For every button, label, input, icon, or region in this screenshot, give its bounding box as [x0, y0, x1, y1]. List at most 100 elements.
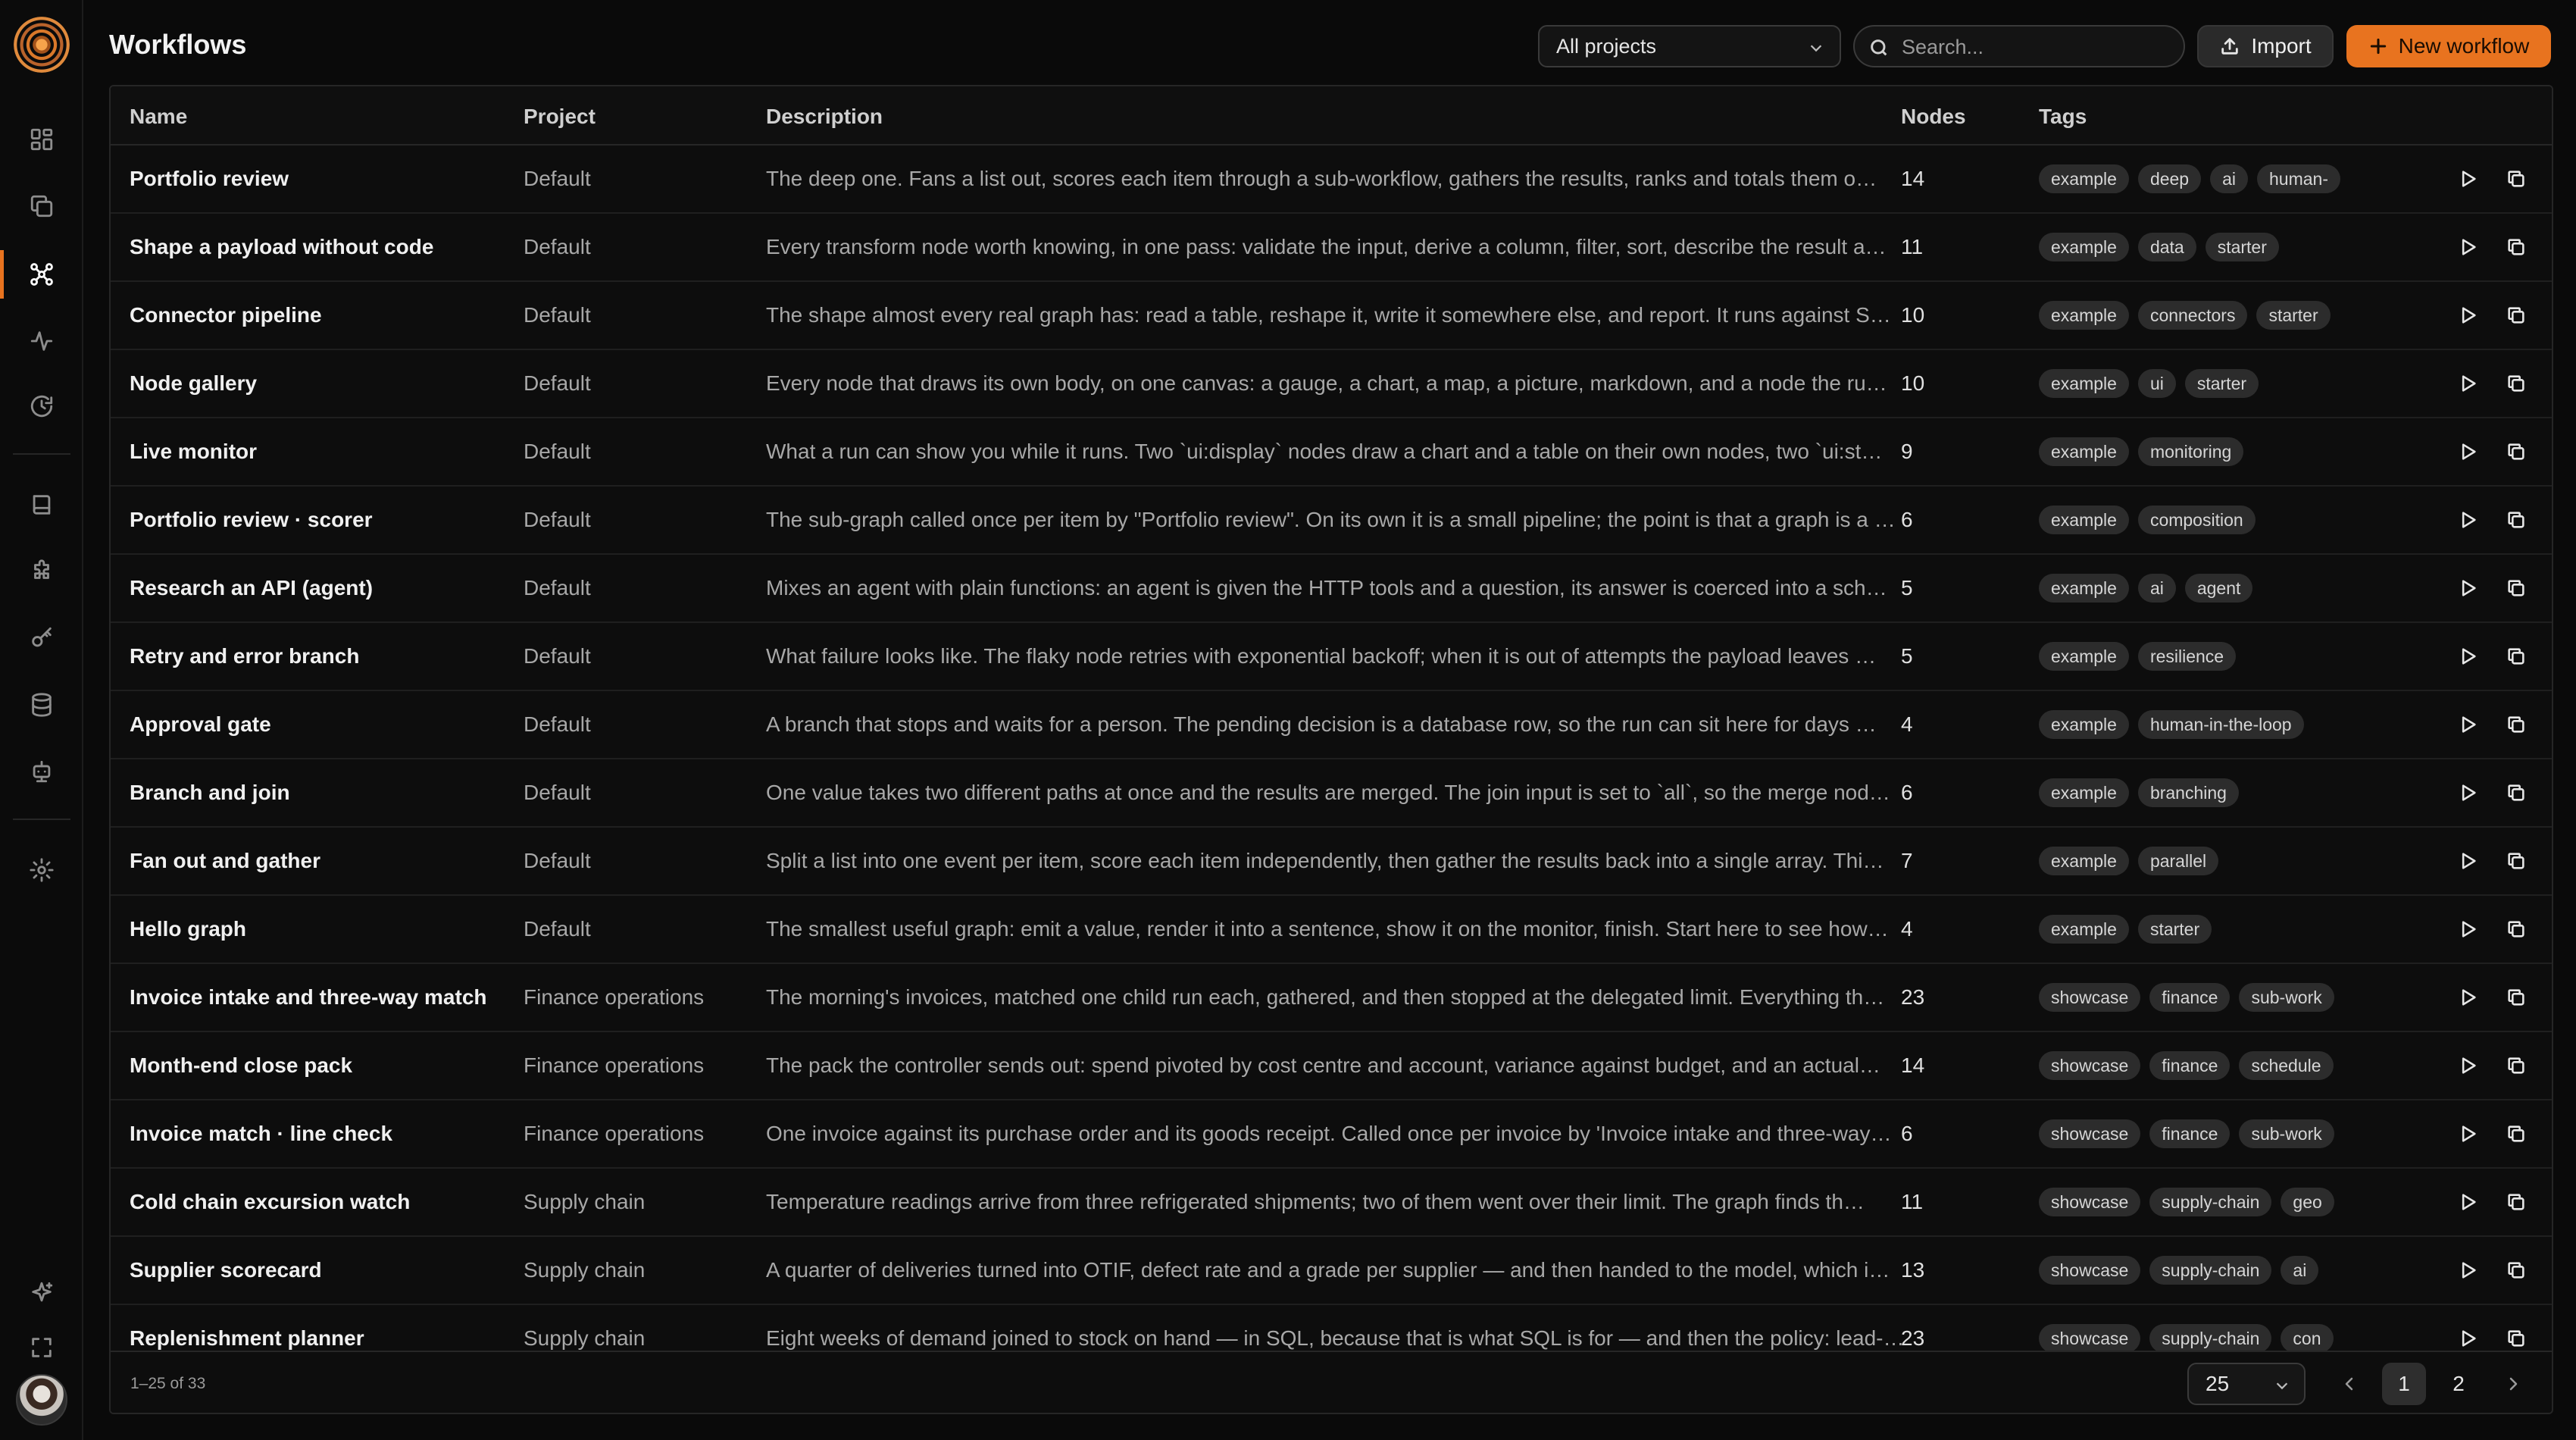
- table-row[interactable]: Connector pipeline Default The shape almos…: [111, 282, 2552, 350]
- run-button[interactable]: [2443, 905, 2492, 953]
- duplicate-button[interactable]: [2492, 564, 2540, 612]
- duplicate-button[interactable]: [2492, 155, 2540, 203]
- table-row[interactable]: Live monitor Default What a run can show y…: [111, 418, 2552, 487]
- export-button[interactable]: [2540, 359, 2549, 408]
- workflow-name[interactable]: Month-end close pack: [130, 1032, 508, 1099]
- run-button[interactable]: [2443, 155, 2492, 203]
- duplicate-button[interactable]: [2492, 1178, 2540, 1226]
- run-button[interactable]: [2443, 1110, 2492, 1158]
- column-header-name[interactable]: Name: [130, 105, 187, 129]
- table-row[interactable]: Replenishment planner Supply chain Eight w…: [111, 1305, 2552, 1351]
- export-button[interactable]: [2540, 769, 2549, 817]
- table-row[interactable]: Supplier scorecard Supply chain A quarter …: [111, 1237, 2552, 1305]
- run-button[interactable]: [2443, 769, 2492, 817]
- export-button[interactable]: [2540, 632, 2549, 681]
- export-button[interactable]: [2540, 700, 2549, 749]
- nav-plugins[interactable]: [0, 544, 83, 599]
- table-row[interactable]: Cold chain excursion watch Supply chain Te…: [111, 1169, 2552, 1237]
- table-row[interactable]: Shape a payload without code Default Every…: [111, 214, 2552, 282]
- table-row[interactable]: Node gallery Default Every node that draws…: [111, 350, 2552, 418]
- page-button-1[interactable]: 1: [2382, 1363, 2426, 1405]
- app-logo[interactable]: [14, 17, 70, 73]
- nav-dashboard[interactable]: [0, 112, 83, 167]
- column-header-nodes[interactable]: Nodes: [1901, 105, 1966, 129]
- run-button[interactable]: [2443, 973, 2492, 1022]
- column-header-description[interactable]: Description: [766, 105, 883, 129]
- run-button[interactable]: [2443, 1041, 2492, 1090]
- avatar[interactable]: [16, 1374, 67, 1426]
- prev-page-button[interactable]: [2327, 1363, 2371, 1405]
- nav-credentials[interactable]: [0, 611, 83, 665]
- table-row[interactable]: Fan out and gather Default Split a list in…: [111, 828, 2552, 896]
- nav-agents[interactable]: [0, 744, 83, 799]
- run-button[interactable]: [2443, 837, 2492, 885]
- nav-data[interactable]: [0, 678, 83, 732]
- duplicate-button[interactable]: [2492, 769, 2540, 817]
- run-button[interactable]: [2443, 223, 2492, 271]
- run-button[interactable]: [2443, 1246, 2492, 1294]
- export-button[interactable]: [2540, 837, 2549, 885]
- import-button[interactable]: Import: [2197, 25, 2334, 67]
- workflow-name[interactable]: Shape a payload without code: [130, 214, 508, 280]
- workflow-name[interactable]: Replenishment planner: [130, 1305, 508, 1351]
- export-button[interactable]: [2540, 427, 2549, 476]
- column-header-project[interactable]: Project: [524, 105, 596, 129]
- duplicate-button[interactable]: [2492, 223, 2540, 271]
- run-button[interactable]: [2443, 632, 2492, 681]
- export-button[interactable]: [2540, 223, 2549, 271]
- workflow-name[interactable]: Node gallery: [130, 350, 508, 417]
- duplicate-button[interactable]: [2492, 1314, 2540, 1351]
- duplicate-button[interactable]: [2492, 291, 2540, 340]
- project-filter-select[interactable]: All projects: [1538, 25, 1841, 67]
- duplicate-button[interactable]: [2492, 1041, 2540, 1090]
- workflow-name[interactable]: Hello graph: [130, 896, 508, 963]
- nav-settings[interactable]: [0, 843, 83, 897]
- export-button[interactable]: [2540, 155, 2549, 203]
- export-button[interactable]: [2540, 1041, 2549, 1090]
- table-row[interactable]: Research an API (agent) Default Mixes an a…: [111, 555, 2552, 623]
- workflow-name[interactable]: Retry and error branch: [130, 623, 508, 690]
- table-row[interactable]: Portfolio review · scorer Default The sub-…: [111, 487, 2552, 555]
- workflow-name[interactable]: Connector pipeline: [130, 282, 508, 349]
- workflow-name[interactable]: Live monitor: [130, 418, 508, 485]
- workflow-name[interactable]: Supplier scorecard: [130, 1237, 508, 1304]
- workflow-name[interactable]: Approval gate: [130, 691, 508, 758]
- page-size-select[interactable]: 25: [2187, 1363, 2306, 1405]
- nav-fullscreen[interactable]: [0, 1320, 83, 1375]
- workflow-name[interactable]: Fan out and gather: [130, 828, 508, 894]
- workflow-name[interactable]: Branch and join: [130, 759, 508, 826]
- column-header-tags[interactable]: Tags: [2039, 105, 2087, 129]
- export-button[interactable]: [2540, 496, 2549, 544]
- export-button[interactable]: [2540, 1178, 2549, 1226]
- nav-workflows[interactable]: [0, 247, 83, 302]
- table-row[interactable]: Invoice intake and three-way match Financ…: [111, 964, 2552, 1032]
- workflow-name[interactable]: Research an API (agent): [130, 555, 508, 621]
- export-button[interactable]: [2540, 1110, 2549, 1158]
- page-button-2[interactable]: 2: [2437, 1363, 2481, 1405]
- duplicate-button[interactable]: [2492, 837, 2540, 885]
- run-button[interactable]: [2443, 1314, 2492, 1351]
- next-page-button[interactable]: [2491, 1363, 2535, 1405]
- export-button[interactable]: [2540, 905, 2549, 953]
- workflow-name[interactable]: Portfolio review: [130, 146, 508, 212]
- run-button[interactable]: [2443, 496, 2492, 544]
- duplicate-button[interactable]: [2492, 905, 2540, 953]
- table-row[interactable]: Approval gate Default A branch that stops …: [111, 691, 2552, 759]
- table-row[interactable]: Invoice match · line check Finance operat…: [111, 1100, 2552, 1169]
- run-button[interactable]: [2443, 291, 2492, 340]
- duplicate-button[interactable]: [2492, 359, 2540, 408]
- search-box[interactable]: [1853, 25, 2185, 67]
- run-button[interactable]: [2443, 700, 2492, 749]
- nav-history[interactable]: [0, 379, 83, 434]
- nav-activity[interactable]: [0, 314, 83, 368]
- duplicate-button[interactable]: [2492, 427, 2540, 476]
- table-row[interactable]: Branch and join Default One value takes tw…: [111, 759, 2552, 828]
- duplicate-button[interactable]: [2492, 700, 2540, 749]
- table-row[interactable]: Hello graph Default The smallest useful gr…: [111, 896, 2552, 964]
- export-button[interactable]: [2540, 564, 2549, 612]
- export-button[interactable]: [2540, 973, 2549, 1022]
- workflow-name[interactable]: Invoice intake and three-way match: [130, 964, 508, 1031]
- workflow-name[interactable]: Cold chain excursion watch: [130, 1169, 508, 1235]
- workflow-name[interactable]: Invoice match · line check: [130, 1100, 508, 1167]
- duplicate-button[interactable]: [2492, 1110, 2540, 1158]
